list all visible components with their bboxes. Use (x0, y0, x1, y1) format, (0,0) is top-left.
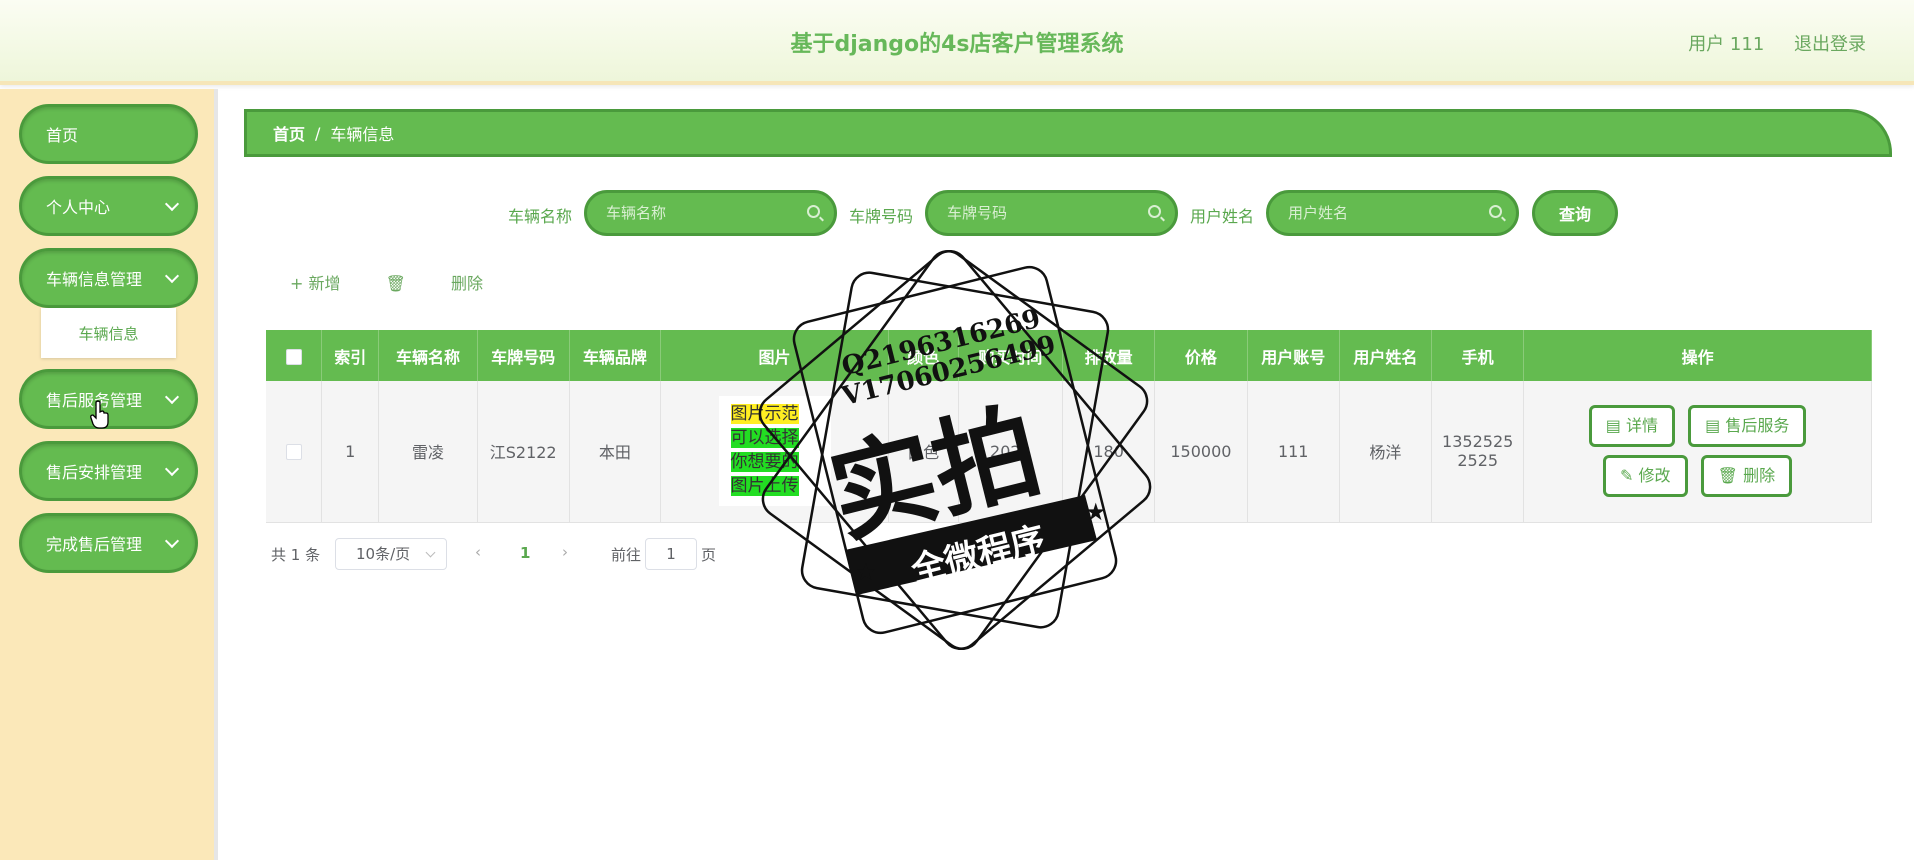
aftersales-button[interactable]: ▤ 售后服务 (1688, 405, 1807, 448)
delete-label: 删除 (1743, 466, 1776, 486)
phone-line: 1352525 (1442, 432, 1514, 452)
batch-delete-button[interactable]: 🗑 删除 (386, 274, 523, 293)
column-header: 手机 (1431, 330, 1525, 381)
cell-phone: 1352525 2525 (1431, 381, 1525, 523)
cell-operations: ▤ 详情 ▤ 售后服务 ✎ 修改 🗑 删除 (1523, 381, 1872, 523)
row-select-cell (266, 381, 323, 523)
sidebar-subitem-vehicle-info[interactable]: 车辆信息 (41, 308, 176, 358)
hand-cursor-icon (90, 400, 109, 429)
plate-number-placeholder: 车牌号码 (947, 204, 1008, 222)
plate-number-input[interactable]: 车牌号码 (925, 190, 1178, 236)
current-page[interactable]: 1 (520, 544, 530, 562)
batch-delete-label: 删除 (451, 274, 484, 293)
next-page-icon[interactable]: › (562, 543, 568, 561)
column-header: 车牌号码 (477, 330, 570, 381)
select-all-cell (266, 330, 323, 381)
search-bar: 车辆名称 车辆名称 车牌号码 车牌号码 用户姓名 用户姓名 查询 (0, 190, 1914, 236)
chevron-down-icon (164, 461, 180, 477)
column-header: 价格 (1154, 330, 1248, 381)
breadcrumb-separator: / (315, 123, 321, 143)
pencil-icon: ✎ (1620, 466, 1634, 486)
sidebar-item-label: 完成售后管理 (46, 535, 143, 554)
app-title: 基于django的4s店客户管理系统 (790, 32, 1124, 57)
cell-plate: 江S2122 (477, 381, 570, 523)
breadcrumb-current: 车辆信息 (330, 125, 395, 144)
sidebar-item-vehicle[interactable]: 车辆信息管理 (19, 248, 198, 308)
cell-vehicle-name: 雷凌 (378, 381, 478, 523)
column-header: 用户姓名 (1339, 330, 1433, 381)
trash-icon: 🗑 (1717, 466, 1738, 486)
search-label-username: 用户姓名 (1190, 207, 1255, 226)
detail-label: 详情 (1626, 416, 1659, 436)
column-header: 用户账号 (1247, 330, 1340, 381)
column-header: 操作 (1523, 330, 1872, 381)
prev-page-icon[interactable]: ‹ (475, 543, 481, 561)
watermark-stamp: Q2196316269 V17060256499 实拍 全微程序 ★ ★ (758, 250, 1152, 650)
edit-button[interactable]: ✎ 修改 (1603, 455, 1688, 498)
sidebar-item-label: 售后安排管理 (46, 463, 143, 482)
column-header: 车辆品牌 (569, 330, 662, 381)
sidebar-item-completed[interactable]: 完成售后管理 (19, 513, 198, 573)
document-icon: ▤ (1605, 416, 1621, 436)
vehicle-name-input[interactable]: 车辆名称 (584, 190, 837, 236)
logout-link[interactable]: 退出登录 (1794, 34, 1866, 55)
goto-page-input[interactable]: 1 (645, 538, 697, 570)
column-header: 车辆名称 (378, 330, 478, 381)
phone-line: 2525 (1457, 451, 1499, 471)
username-input[interactable]: 用户姓名 (1266, 190, 1519, 236)
cell-price: 150000 (1154, 381, 1248, 523)
detail-button[interactable]: ▤ 详情 (1588, 405, 1676, 448)
sidebar-item-label: 首页 (46, 126, 79, 145)
user-area: 用户 111 退出登录 (1664, 30, 1866, 56)
cell-account: 111 (1247, 381, 1340, 523)
delete-button[interactable]: 🗑 删除 (1700, 455, 1793, 498)
chevron-down-icon (164, 533, 180, 549)
document-icon: ▤ (1705, 416, 1721, 436)
search-icon (1148, 205, 1161, 218)
star-icon: ★ (1085, 498, 1107, 526)
username-placeholder: 用户姓名 (1288, 204, 1349, 222)
star-icon: ★ (855, 558, 877, 586)
chevron-down-icon (164, 389, 180, 405)
cell-brand: 本田 (569, 381, 662, 523)
row-checkbox[interactable] (285, 444, 302, 461)
search-icon (1489, 205, 1502, 218)
cell-username: 杨洋 (1339, 381, 1433, 523)
aftersales-label: 售后服务 (1725, 416, 1790, 436)
goto-label: 前往 (611, 546, 642, 564)
chevron-down-icon (164, 268, 180, 284)
breadcrumb: 首页 / 车辆信息 (244, 109, 1892, 157)
search-icon (807, 205, 820, 218)
total-count: 共 1 条 (271, 546, 321, 564)
query-button[interactable]: 查询 (1532, 190, 1618, 236)
sidebar-item-arrangement[interactable]: 售后安排管理 (19, 441, 198, 501)
top-bar: 基于django的4s店客户管理系统 用户 111 退出登录 (0, 0, 1914, 85)
add-button[interactable]: + 新增 (290, 274, 341, 293)
search-label-vehicle-name: 车辆名称 (508, 207, 573, 226)
action-toolbar: + 新增 🗑 删除 (290, 270, 563, 294)
cell-index: 1 (321, 381, 380, 523)
vehicle-name-placeholder: 车辆名称 (606, 204, 667, 222)
sidebar-item-home[interactable]: 首页 (19, 104, 198, 164)
column-header: 索引 (321, 330, 380, 381)
select-all-checkbox[interactable] (285, 348, 302, 365)
trash-icon: 🗑 (385, 274, 406, 293)
page-unit-label: 页 (701, 546, 717, 564)
breadcrumb-home[interactable]: 首页 (273, 121, 305, 145)
page-size-select[interactable]: 10条/页 (335, 538, 447, 570)
edit-label: 修改 (1638, 466, 1671, 486)
search-label-plate: 车牌号码 (849, 207, 914, 226)
sidebar-item-label: 车辆信息管理 (46, 270, 143, 289)
user-name[interactable]: 用户 111 (1688, 34, 1764, 55)
